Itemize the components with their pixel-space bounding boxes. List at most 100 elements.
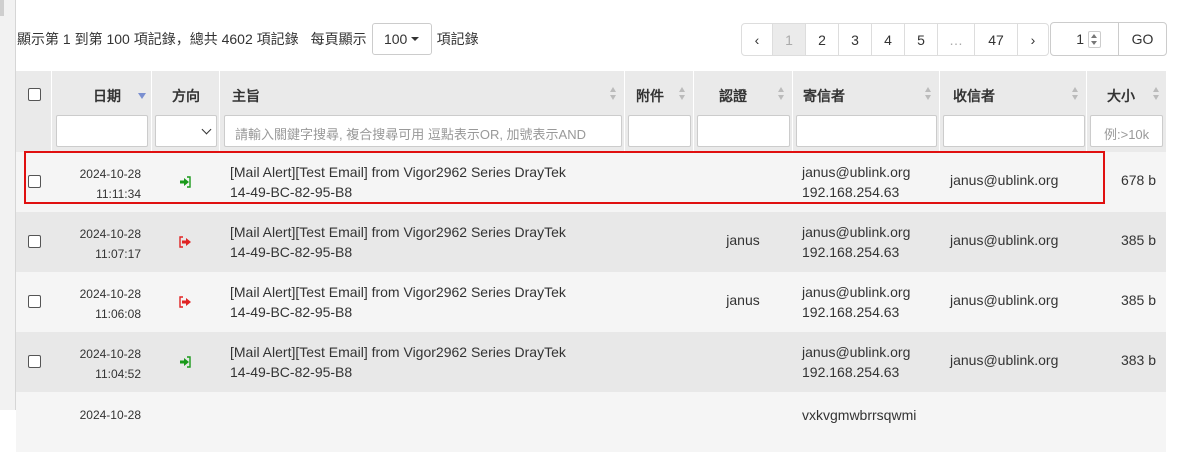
- attachment-filter-input[interactable]: [628, 115, 691, 147]
- size-filter-placeholder: 例:>10k: [1104, 127, 1150, 142]
- sort-icon: [1072, 87, 1079, 101]
- sort-icon: [778, 87, 785, 101]
- header-attachment-label: 附件: [636, 88, 664, 104]
- subject-filter-input[interactable]: 請輸入關鍵字搜尋, 複合搜尋可用 逗點表示OR, 加號表示AND: [224, 115, 622, 147]
- sender-filter-input[interactable]: [796, 115, 937, 147]
- outgoing-icon: [179, 296, 191, 308]
- spinner-icon[interactable]: [1088, 31, 1101, 48]
- row-date: 2024-10-28: [79, 287, 141, 301]
- table-row[interactable]: 2024-10-28 11:06:08 [Mail Alert][Test Ema…: [16, 272, 1166, 332]
- recipient-filter-input[interactable]: [943, 115, 1085, 147]
- prev-page-button[interactable]: ‹: [741, 23, 773, 56]
- header-subject[interactable]: 主旨 請輸入關鍵字搜尋, 複合搜尋可用 逗點表示OR, 加號表示AND: [220, 71, 625, 152]
- row-datetime: 2024-10-28 11:07:17: [77, 224, 141, 264]
- row-sender: janus@ublink.org 192.168.254.63: [802, 342, 910, 382]
- header-certification-label: 認證: [719, 88, 747, 104]
- row-recipient: janus@ublink.org: [950, 232, 1059, 248]
- header-size[interactable]: 大小 例:>10k: [1087, 71, 1166, 152]
- row-time: 11:06:08: [95, 307, 141, 321]
- row-checkbox[interactable]: [28, 235, 41, 248]
- row-subject-line1: [Mail Alert][Test Email] from Vigor2962 …: [230, 284, 566, 300]
- pagination: ‹ 1 2 3 4 5 … 47 ›: [741, 23, 1049, 56]
- row-checkbox[interactable]: [28, 355, 41, 368]
- select-all-checkbox[interactable]: [28, 88, 41, 101]
- page-ellipsis: …: [937, 23, 975, 56]
- header-sender-label: 寄信者: [803, 88, 845, 104]
- records-summary: 顯示第 1 到第 100 項記錄，總共 4602 項記錄: [17, 31, 299, 47]
- row-recipient: janus@ublink.org: [950, 352, 1059, 368]
- row-subject-line2: 14-49-BC-82-95-B8: [230, 364, 353, 380]
- incoming-icon: [180, 356, 191, 368]
- page-3-button[interactable]: 3: [838, 23, 872, 56]
- highlight-box: [24, 151, 1105, 204]
- row-sender: janus@ublink.org 192.168.254.63: [802, 222, 910, 262]
- row-subject-line1: [Mail Alert][Test Email] from Vigor2962 …: [230, 344, 566, 360]
- row-checkbox[interactable]: [28, 295, 41, 308]
- header-certification[interactable]: 認證: [694, 71, 793, 152]
- header-subject-label: 主旨: [232, 88, 260, 104]
- caret-down-icon: [411, 37, 420, 41]
- sort-icon: [925, 87, 932, 101]
- sort-icon: [679, 87, 686, 101]
- page-2-button[interactable]: 2: [805, 23, 839, 56]
- sort-icon: [1153, 87, 1160, 101]
- table-row[interactable]: 2024-10-28 11:07:17 [Mail Alert][Test Ema…: [16, 212, 1166, 272]
- next-page-button[interactable]: ›: [1017, 23, 1049, 56]
- rail-tick: [0, 0, 4, 16]
- header-attachment[interactable]: 附件: [625, 71, 694, 152]
- row-size: 385 b: [1120, 292, 1156, 308]
- table-row[interactable]: 2024-10-28 vxkvgmwbrrsqwmi: [16, 392, 1166, 452]
- header-recipient[interactable]: 收信者: [940, 71, 1087, 152]
- header-date[interactable]: 日期: [52, 71, 152, 152]
- page-47-button[interactable]: 47: [974, 23, 1018, 56]
- row-datetime: 2024-10-28 11:04:52: [77, 344, 141, 384]
- header-select-all: [16, 71, 52, 152]
- per-page-value: 100: [383, 31, 408, 47]
- row-sender-ip: 192.168.254.63: [802, 364, 900, 380]
- row-datetime: 2024-10-28: [77, 405, 141, 425]
- row-size: 383 b: [1120, 352, 1156, 368]
- row-subject[interactable]: [Mail Alert][Test Email] from Vigor2962 …: [230, 282, 566, 322]
- header-date-label: 日期: [93, 88, 121, 104]
- row-cert: janus: [726, 232, 760, 248]
- row-sender-email: janus@ublink.org: [802, 224, 911, 240]
- row-datetime: 2024-10-28 11:06:08: [77, 284, 141, 324]
- row-sender: janus@ublink.org 192.168.254.63: [802, 282, 910, 322]
- page-4-button[interactable]: 4: [871, 23, 905, 56]
- row-subject[interactable]: [Mail Alert][Test Email] from Vigor2962 …: [230, 342, 566, 382]
- outgoing-icon: [179, 236, 191, 248]
- per-page-suffix: 項記錄: [436, 31, 479, 47]
- size-filter-input[interactable]: 例:>10k: [1090, 115, 1163, 147]
- sort-desc-icon: [138, 93, 146, 99]
- row-subject[interactable]: [Mail Alert][Test Email] from Vigor2962 …: [230, 222, 566, 262]
- goto-page-input[interactable]: 1: [1050, 22, 1119, 56]
- row-sender-email: janus@ublink.org: [802, 284, 911, 300]
- row-sender-email: janus@ublink.org: [802, 344, 911, 360]
- header-direction-label: 方向: [172, 88, 200, 104]
- page-5-button[interactable]: 5: [904, 23, 938, 56]
- row-date: 2024-10-28: [79, 227, 141, 241]
- per-page-label: 每頁顯示: [310, 31, 367, 47]
- per-page-select[interactable]: 100: [371, 23, 432, 55]
- certification-filter-input[interactable]: [697, 115, 790, 147]
- table-row[interactable]: 2024-10-28 11:04:52 [Mail Alert][Test Ema…: [16, 332, 1166, 392]
- row-cert: janus: [726, 292, 760, 308]
- row-subject-line1: [Mail Alert][Test Email] from Vigor2962 …: [230, 224, 566, 240]
- row-sender-ip: 192.168.254.63: [802, 304, 900, 320]
- header-recipient-label: 收信者: [953, 88, 995, 104]
- row-subject-line2: 14-49-BC-82-95-B8: [230, 244, 353, 260]
- page-1-button[interactable]: 1: [772, 23, 806, 56]
- row-time: 11:04:52: [95, 367, 141, 381]
- row-sender-email: vxkvgmwbrrsqwmi: [802, 407, 917, 423]
- row-recipient: janus@ublink.org: [950, 292, 1059, 308]
- direction-filter-select[interactable]: [155, 115, 217, 147]
- go-button[interactable]: GO: [1118, 22, 1167, 56]
- row-sender-ip: 192.168.254.63: [802, 244, 900, 260]
- date-filter-input[interactable]: [56, 115, 148, 147]
- row-subject-line2: 14-49-BC-82-95-B8: [230, 304, 353, 320]
- header-size-label: 大小: [1107, 88, 1135, 104]
- header-sender[interactable]: 寄信者: [793, 71, 940, 152]
- pagination-info: 顯示第 1 到第 100 項記錄，總共 4602 項記錄 每頁顯示 100 項記…: [17, 23, 479, 55]
- header-direction[interactable]: 方向: [152, 71, 220, 152]
- row-time: 11:07:17: [95, 247, 141, 261]
